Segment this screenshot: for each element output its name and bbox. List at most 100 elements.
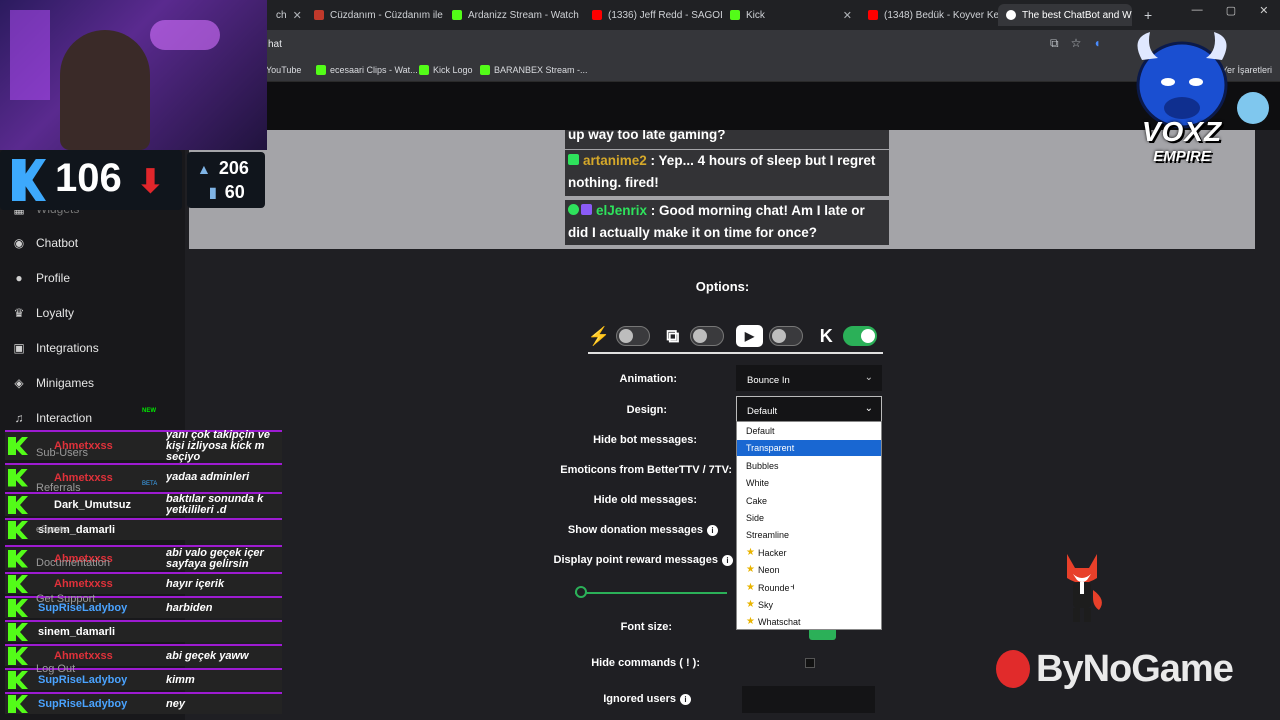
design-option[interactable]: Side [737,510,881,526]
grid-icon: ▣ [13,341,25,355]
url-input[interactable]: hat [268,39,282,50]
design-option[interactable]: Bubbles [737,458,881,474]
botrix-toggle[interactable] [616,326,650,346]
design-option[interactable]: ★ Whatschat [737,614,881,630]
kick-logo-icon [8,575,28,593]
kick-logo-icon [8,437,28,455]
chevron-down-icon: ⌄ [864,403,873,414]
extension-icon[interactable]: ◖ [1093,36,1100,51]
kick-chat-username: Ahmetxxss [54,578,113,590]
select-value: Bounce In [747,375,790,386]
close-tab-icon[interactable]: ✕ [843,9,852,22]
design-option[interactable]: Default [737,423,881,439]
design-option[interactable]: White [737,475,881,491]
bookmark-item[interactable]: YouTube [262,65,301,75]
animation-select[interactable]: Bounce In ⌄ [736,365,882,391]
address-bar-icons: ⧉ ☆ ◖ [1050,36,1101,51]
slider-thumb[interactable] [575,586,587,598]
sidebar-item-referrals[interactable]: Referrals [36,482,81,494]
sidebar-item-log-out[interactable]: Log Out [36,663,75,675]
browser-tab[interactable]: (1336) Jeff Redd - SAGOL✕ [584,4,722,26]
close-window-button[interactable]: ✕ [1259,4,1268,26]
design-option-label: Bubbles [746,460,779,471]
hide-old-label: Hide old messages: [593,494,697,506]
design-select[interactable]: Default ⌄ [736,396,882,422]
kick-chat-username: sinem_damarli [38,626,116,638]
chat-message: up way too late gaming? [568,130,726,142]
sidebar-item-integrations[interactable]: ▣ Integrations [12,341,98,355]
sidebar-item-chatbot[interactable]: ◉ Chatbot [12,236,78,250]
kick-chat-message: kimm [166,674,195,686]
kick-chat-message: hayır içerik [166,578,225,590]
sidebar-item-esports[interactable]: eSports [36,524,67,534]
tab-label: Kick [746,9,765,21]
kick-logo-icon [8,521,28,539]
preview-chat-line: up way too late gaming? [565,130,889,149]
bookmark-star-icon[interactable]: ☆ [1071,36,1082,51]
chat-badge-icon [581,204,592,215]
trophy-icon: ♛ [13,306,25,320]
kick-logo-icon [8,599,28,617]
sidebar-item-loyalty[interactable]: ♛ Loyalty [12,306,74,320]
info-icon[interactable]: i [680,693,691,705]
design-option[interactable]: Cake [737,493,881,509]
bookmark-label: ecesaari Clips - Wat... [330,65,418,75]
design-option[interactable]: Streamline [737,527,881,543]
sub-count: 60 [224,182,245,202]
bookmark-item[interactable]: ecesaari Clips - Wat... [316,65,418,75]
hide-commands-checkbox[interactable] [805,658,815,668]
minimize-button[interactable]: — [1192,4,1203,26]
translate-icon[interactable]: ⧉ [1050,36,1059,51]
ignored-users-input[interactable] [742,686,875,713]
kick-icon [730,10,740,20]
kick-logo-icon [8,647,28,665]
new-tab-button[interactable]: + [1136,4,1158,26]
design-option[interactable]: ★ Sky [737,597,881,613]
design-option[interactable]: ★ Neon [737,562,881,578]
design-option[interactable]: ★ Hacker [737,545,881,561]
sidebar-item-label: Interaction [36,411,93,425]
close-tab-icon[interactable]: ✕ [293,9,302,22]
info-icon[interactable]: i [722,554,733,566]
bookmark-item[interactable]: Kick Logo [419,65,473,75]
wallet-icon [314,10,324,20]
sidebar-item-get-support[interactable]: Get Support [36,593,95,605]
sidebar-item-label: Minigames [36,376,95,390]
plus-icon: + [1144,7,1153,23]
avatar[interactable] [1237,92,1269,124]
design-option[interactable]: Transparent [737,440,881,457]
star-icon: ★ [746,599,755,610]
browser-tab[interactable]: ch ✕ [268,4,306,26]
botrix-icon [1006,10,1016,20]
chat-username: artanime2 [583,153,647,168]
browser-tab[interactable]: (1348) Bedük - Koyver Ke✕ [860,4,998,26]
browser-tab-active[interactable]: The best ChatBot and Wi✕ [998,4,1132,26]
window-controls: — ▢ ✕ [1180,4,1280,26]
sponsor-text: ByNoGame [1036,648,1234,690]
sidebar-item-sub-users[interactable]: Sub-Users [36,447,88,459]
maximize-button[interactable]: ▢ [1226,4,1236,26]
info-icon[interactable]: i [707,524,718,536]
youtube-icon [592,10,602,20]
font-size-slider[interactable] [575,586,727,598]
design-option-label: Whatschat [757,617,801,628]
browser-tab[interactable]: Cüzdanım - Cüzdanım ile✕ [306,4,444,26]
youtube-toggle[interactable] [769,326,804,346]
sidebar-item-profile[interactable]: ● Profile [12,271,70,285]
kick-chat-overlay: Ahmetxxss yanı çok takipçin ve kişi izliy… [5,430,282,720]
streamer-figure [60,30,150,150]
donation-label-text: Show donation messages [567,524,703,536]
font-size-button[interactable] [809,630,836,640]
sidebar-item-minigames[interactable]: ◈ Minigames [12,376,94,390]
kick-toggle[interactable] [843,326,878,346]
sidebar-item-interaction[interactable]: ♫ Interaction [12,411,93,425]
kick-chat-message: yanı çok takipçin ve kişi izliyosa kick … [166,429,270,463]
sidebar-item-documentation[interactable]: Documentation [36,557,110,569]
bookmark-item[interactable]: BARANBEX Stream -... [480,65,588,75]
design-option[interactable]: ★ Rounded [737,580,881,596]
kick-chat-message: yadaa adminleri [166,472,250,483]
twitch-toggle[interactable] [689,326,724,346]
browser-tab[interactable]: Kick ✕ [722,4,860,26]
youtube-icon [868,10,878,20]
browser-tab[interactable]: Ardanizz Stream - Watch✕ [444,4,584,26]
